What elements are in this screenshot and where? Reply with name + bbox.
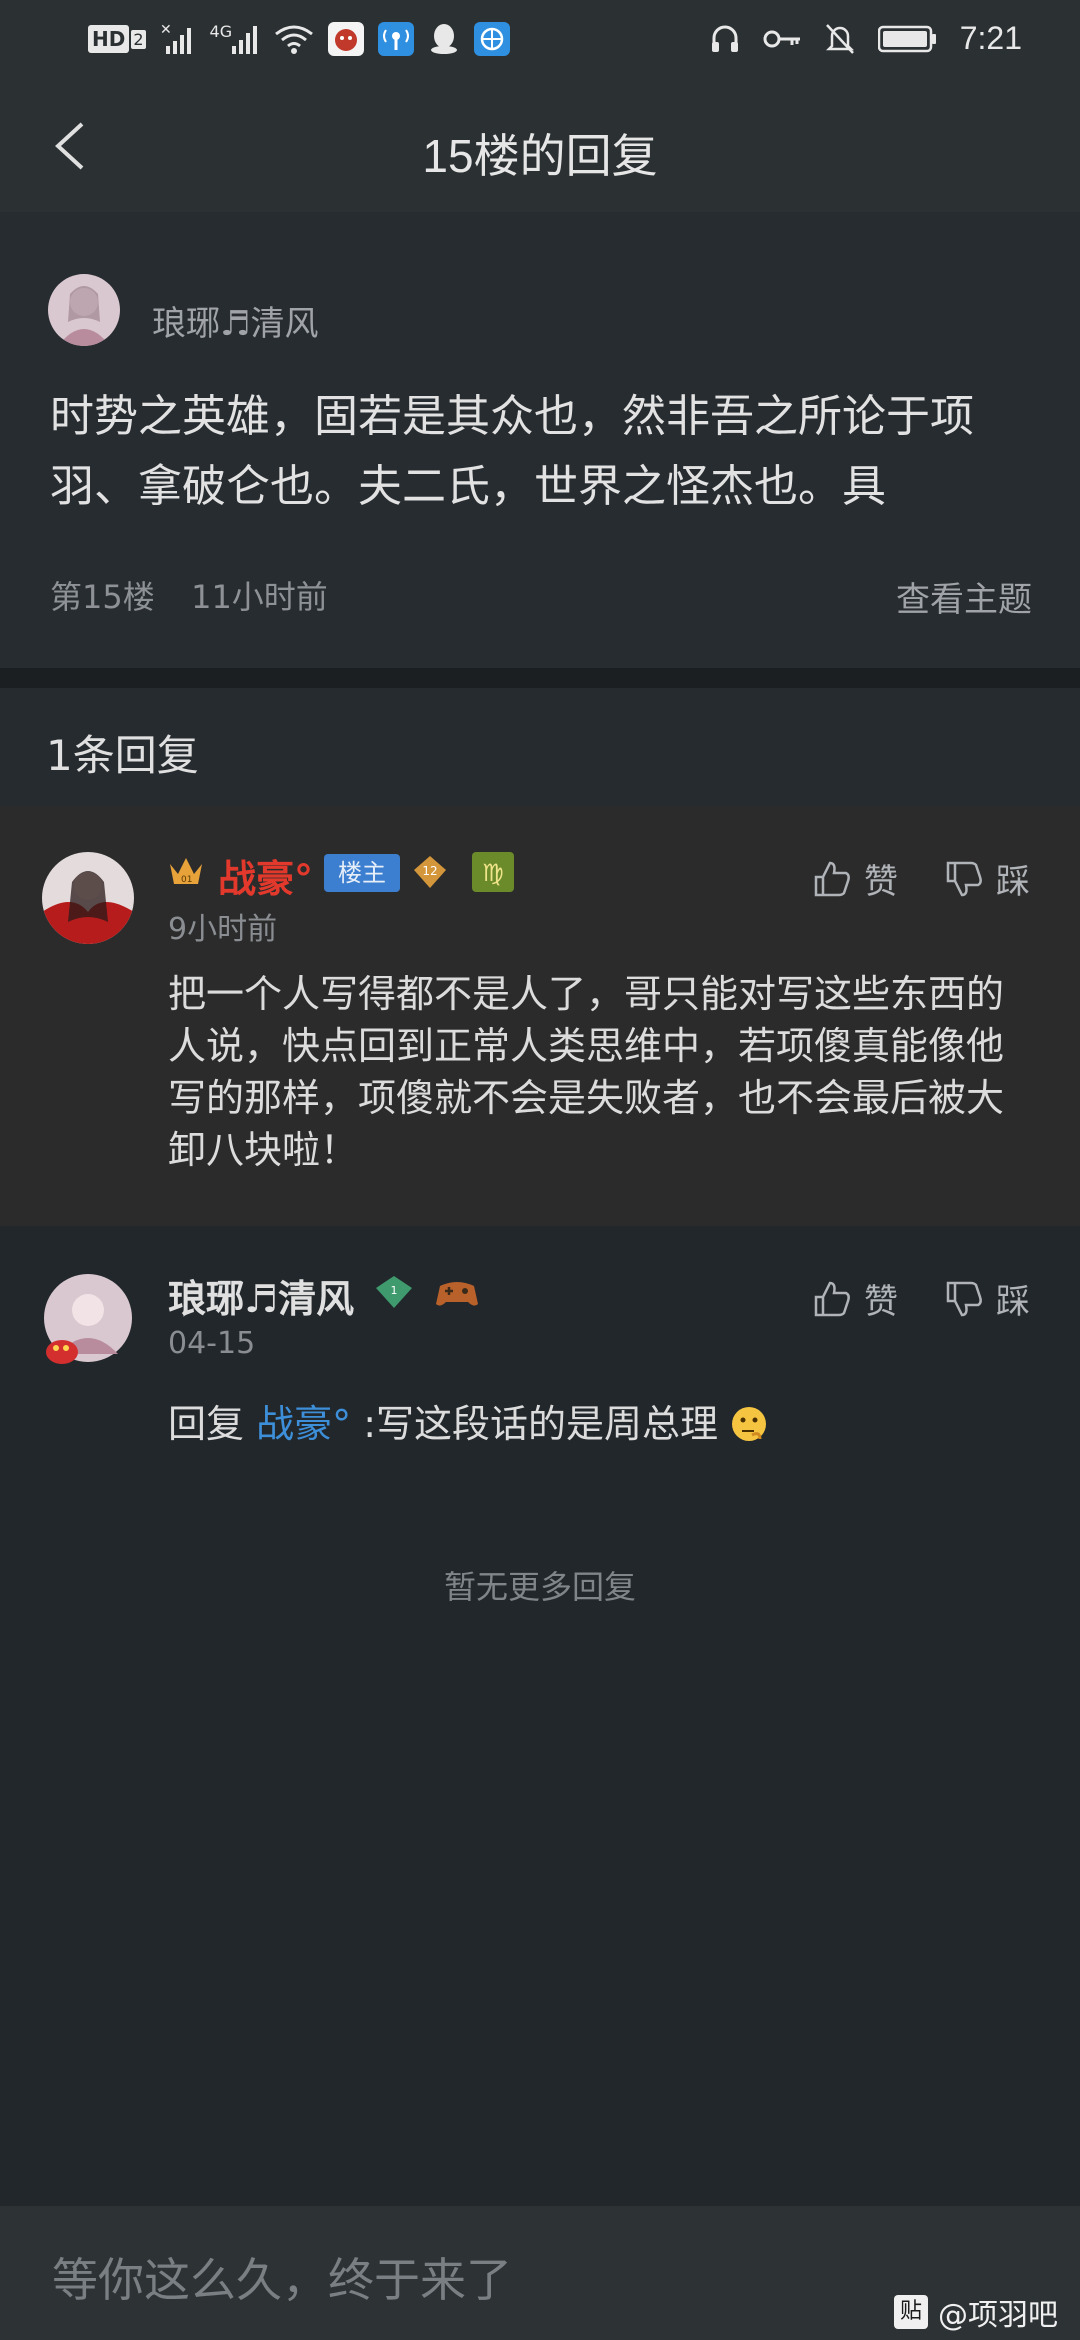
like-button[interactable]: 赞 — [812, 854, 898, 903]
status-bar: HD 2 ✕ 4G 7:21 — [0, 0, 1080, 80]
key-icon — [763, 30, 800, 47]
wifi-icon — [275, 25, 314, 54]
crown-icon: 01 — [170, 858, 202, 885]
sub-reply-content: 回复 战豪° :写这段话的是周总理 — [168, 1398, 1028, 1450]
mute-bell-icon — [825, 23, 854, 54]
dislike-label: 踩 — [996, 862, 1030, 902]
post-content: 时势之英雄，固若是其众也，然非吾之所论于项羽、拿破仑也。夫二氏，世界之怪杰也。具 — [50, 391, 974, 512]
svg-text:12: 12 — [422, 864, 437, 878]
browser-app-icon — [474, 22, 511, 56]
gamepad-icon — [436, 1282, 478, 1306]
svg-text:✕: ✕ — [160, 22, 172, 38]
battery-icon — [877, 25, 936, 52]
watermark: 贴 @项羽吧 — [894, 2290, 1058, 2334]
sub-reply-time: 04-15 — [168, 1326, 256, 1361]
floor-number: 第15楼 — [50, 578, 155, 616]
reply-input-bar: 等你这么久，终于来了 贴 @项羽吧 — [0, 2206, 1080, 2340]
svg-text:♍: ♍ — [482, 859, 504, 887]
no-signal-icon: ✕ — [160, 22, 191, 54]
no-more-replies: 暂无更多回复 — [443, 1568, 636, 1606]
reply-content: 把一个人写得都不是人了，哥只能对写这些东西的人说，快点回到正常人类思维中，若项傻… — [168, 972, 1005, 1172]
reply-avatar[interactable] — [42, 852, 134, 944]
like-label: 赞 — [864, 1282, 898, 1322]
svg-text:01: 01 — [181, 875, 192, 885]
svg-text:1: 1 — [391, 1284, 398, 1297]
monkey-app-icon — [328, 22, 365, 56]
reply-prefix: 回复 — [168, 1402, 257, 1446]
thinking-emoji-icon — [732, 1407, 767, 1441]
post-time: 11小时前 — [191, 578, 328, 616]
post-author-avatar[interactable] — [48, 274, 120, 346]
post-author-name[interactable]: 琅琊♬清风 — [152, 296, 318, 345]
qq-icon — [431, 24, 458, 54]
reply-username[interactable]: 战豪° — [218, 848, 313, 903]
reply-item: 01 战豪° 楼主 12 ♍ 9小时前 赞 踩 把一个人写得都不是人了，哥只能对… — [0, 806, 1080, 1226]
headphone-icon — [711, 25, 738, 52]
sub-reply-text: :写这段话的是周总理 — [351, 1402, 718, 1446]
post-meta: 第15楼 11小时前 — [50, 572, 328, 618]
reply-count: 1条回复 — [46, 731, 199, 780]
like-button[interactable]: 赞 — [812, 1274, 898, 1323]
sub-reply-avatar[interactable] — [44, 1274, 132, 1364]
tieba-logo-icon: 贴 — [894, 2295, 928, 2329]
watermark-text: @项羽吧 — [938, 2298, 1058, 2333]
sub-reply-username[interactable]: 琅琊♬清风 — [168, 1268, 354, 1323]
dislike-button[interactable]: 踩 — [944, 854, 1030, 903]
section-divider — [0, 668, 1080, 688]
antenna-app-icon — [378, 22, 415, 56]
owner-badge: 楼主 — [324, 854, 400, 892]
nav-bar: 15楼的回复 — [0, 80, 1080, 212]
virgo-icon: ♍ — [472, 852, 514, 892]
mention-link[interactable]: 战豪° — [256, 1402, 351, 1446]
dislike-button[interactable]: 踩 — [944, 1274, 1030, 1323]
thumbs-up-icon — [814, 1281, 850, 1316]
dislike-label: 踩 — [996, 1282, 1030, 1322]
like-label: 赞 — [864, 862, 898, 902]
reply-time: 9小时前 — [168, 912, 278, 947]
reply-input[interactable]: 等你这么久，终于来了 — [52, 2244, 512, 2310]
view-topic-link[interactable]: 查看主题 — [896, 572, 1032, 621]
signal-4g-icon: 4G — [210, 22, 261, 56]
thumbs-down-icon — [946, 861, 982, 896]
hd-icon: HD 2 — [88, 25, 146, 53]
sub-reply-item: 琅琊♬清风 1 04-15 赞 踩 回复 战豪° :写这段话的是周总理 — [0, 1226, 1080, 1556]
thumbs-up-icon — [814, 861, 850, 896]
reply-count-header: 1条回复 — [0, 688, 1080, 806]
level-diamond-icon: 12 — [414, 856, 446, 888]
original-post: 琅琊♬清风 时势之英雄，固若是其众也，然非吾之所论于项羽、拿破仑也。夫二氏，世界… — [0, 212, 1080, 668]
clock: 7:21 — [959, 20, 1022, 56]
page-title: 15楼的回复 — [422, 130, 658, 182]
thumbs-down-icon — [946, 1281, 982, 1316]
level-gem-icon: 1 — [376, 1276, 412, 1308]
